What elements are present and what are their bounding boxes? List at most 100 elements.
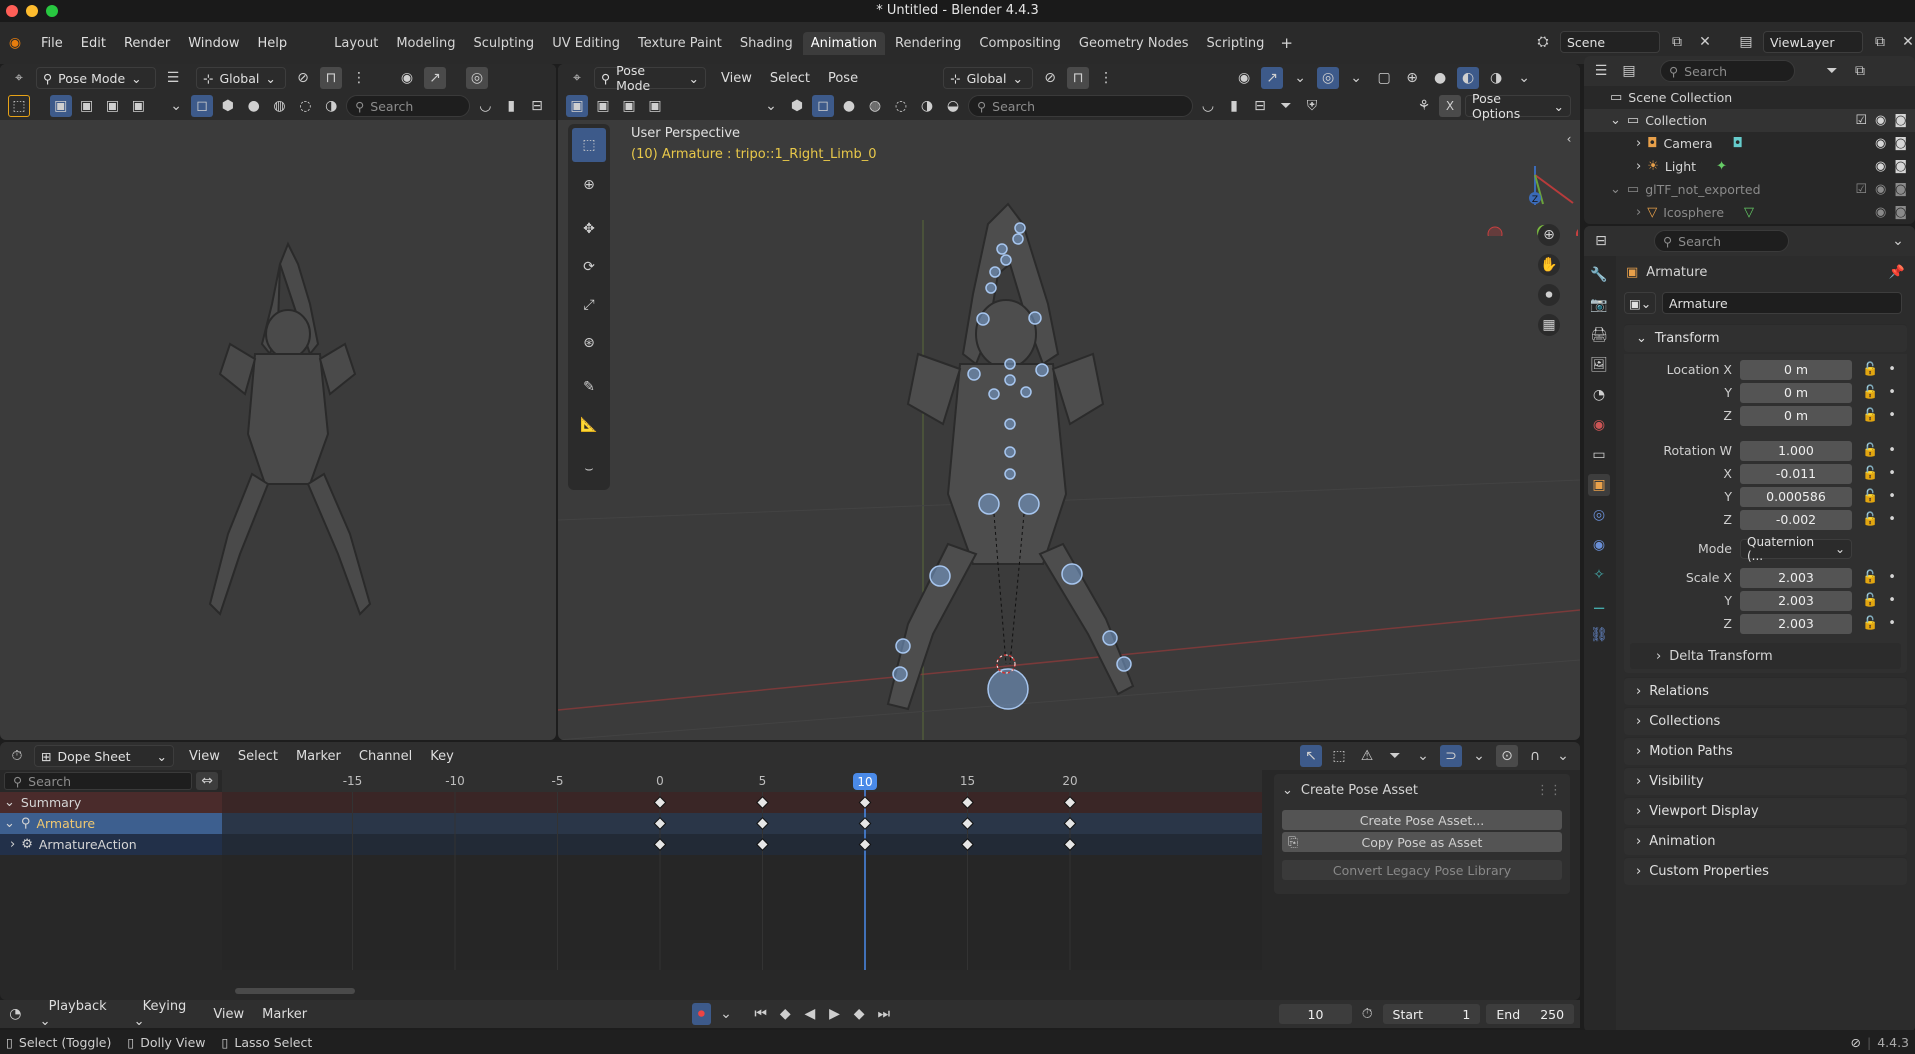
pan-hand-icon[interactable]: ✋ (1538, 254, 1560, 276)
keyframe-diamond[interactable] (756, 838, 769, 851)
select-mode-subtract-icon[interactable]: ▣ (618, 95, 640, 117)
channel-action[interactable]: › ⚙ ArmatureAction (0, 834, 222, 855)
transform-tool-icon[interactable]: ⊛ (572, 326, 606, 360)
lock-icon[interactable]: 🔓 (1862, 408, 1878, 423)
menu-marker[interactable]: Marker (253, 1007, 316, 1022)
record-icon[interactable]: ⏺ (692, 1003, 711, 1025)
menu-select[interactable]: Select (761, 71, 819, 86)
rotation-z-field[interactable]: -0.002 (1740, 509, 1852, 530)
tab-texture-paint[interactable]: Texture Paint (630, 32, 730, 55)
shield-icon[interactable]: ⛨ (1301, 95, 1323, 117)
outliner-row-gltf[interactable]: ⌄ ▭ glTF_not_exported ☑ ◉ ◙ (1584, 178, 1915, 201)
keyframe-diamond[interactable] (653, 796, 667, 809)
hamburger-icon[interactable]: ☰ (162, 67, 184, 89)
pin-icon[interactable]: 📌 (1889, 265, 1905, 280)
drag-handle-icon[interactable]: ⋮⋮ (1536, 783, 1562, 798)
keyframe-diamond[interactable] (653, 817, 667, 830)
filter-icon[interactable]: ⏷ (1384, 745, 1406, 767)
rotation-w-field[interactable]: 1.000 (1740, 440, 1852, 461)
scene-field[interactable]: Scene (1560, 31, 1660, 53)
outliner-row-icosphere[interactable]: › ▽ Icosphere ▽ ◉ ◙ (1584, 201, 1915, 224)
camera-icon[interactable]: ◙ (1894, 182, 1907, 197)
filter-icon[interactable]: ⏷ (1275, 95, 1297, 117)
view-layer-tab-icon[interactable]: 🖼 (1588, 354, 1610, 376)
dope-sheet-mode-dropdown[interactable]: ⊞ Dope Sheet ⌄ (34, 745, 174, 767)
collections-panel-header[interactable]: › Collections (1624, 707, 1907, 735)
menu-select[interactable]: Select (229, 749, 287, 764)
channel-summary[interactable]: ⌄ Summary (0, 792, 222, 813)
lock-icon[interactable]: 🔓 (1862, 616, 1878, 631)
cursor-tool-icon[interactable]: ⊕ (572, 168, 606, 202)
menu-keying[interactable]: Keying ⌄ (125, 999, 205, 1029)
object-name-field[interactable]: Armature (1662, 292, 1902, 314)
shape3-icon[interactable]: ◑ (916, 95, 938, 117)
bookmark-icon[interactable]: ▮ (500, 95, 522, 117)
delta-transform-subpanel[interactable]: › Delta Transform (1630, 643, 1901, 669)
new-viewlayer-icon[interactable]: ⧉ (1869, 31, 1891, 53)
errors-icon[interactable]: ⚠ (1356, 745, 1378, 767)
keyframe-diamond[interactable] (961, 817, 974, 830)
bone-select-icon[interactable]: ◻ (812, 95, 834, 117)
left-mode-dropdown[interactable]: ⚲ Pose Mode ⌄ (36, 67, 156, 89)
end-frame-field[interactable]: End 250 (1486, 1004, 1575, 1024)
left-search-input[interactable]: ⚲ Search (346, 95, 471, 117)
cube-icon[interactable]: ⬢ (217, 95, 239, 117)
xray-icon[interactable]: ▢ (1373, 67, 1395, 89)
keyframe-diamond[interactable] (653, 838, 667, 851)
tab-animation[interactable]: Animation (802, 31, 885, 55)
select-mode-invert-icon[interactable]: ▣ (644, 95, 666, 117)
pose-tool-icon[interactable]: ⌣ (572, 452, 606, 486)
menu-window[interactable]: Window (179, 36, 248, 51)
overlay-toggle-icon[interactable]: ◎ (1317, 67, 1340, 89)
blender-logo-icon[interactable]: ◉ (4, 32, 26, 54)
select-box-tool-icon[interactable]: ⬚ (572, 128, 606, 162)
editor-type-icon[interactable]: ⌖ (566, 67, 588, 89)
lock-icon[interactable]: 🔓 (1862, 443, 1878, 458)
select-mode-extend-icon[interactable]: ▣ (592, 95, 614, 117)
tab-sculpting[interactable]: Sculpting (465, 32, 542, 55)
left-viewport-collapse-icon[interactable]: ‹ (548, 194, 556, 216)
checkbox-icon[interactable]: ☑ (1855, 182, 1867, 197)
camera-view-icon[interactable]: ⏺ (1538, 284, 1560, 306)
select-tool-icon[interactable]: ⬚ (8, 95, 30, 117)
editor-type-icon[interactable]: ⌖ (8, 67, 30, 89)
tab-uv-editing[interactable]: UV Editing (544, 32, 628, 55)
shading-solid-icon[interactable]: ● (1429, 67, 1451, 89)
rotation-y-field[interactable]: 0.000586 (1740, 486, 1852, 507)
snap-icon[interactable]: ⊓ (1067, 67, 1090, 89)
keyframe-diamond[interactable] (961, 838, 974, 851)
relations-panel-header[interactable]: › Relations (1624, 677, 1907, 705)
viewport-display-panel-header[interactable]: › Viewport Display (1624, 797, 1907, 825)
main-viewport[interactable]: ⌖ ⚲ Pose Mode ⌄ View Select Pose ⊹ Global ⌄ … (558, 64, 1580, 740)
keyframe-dot-icon[interactable]: • (1888, 408, 1896, 423)
jump-start-icon[interactable]: ⏮ (751, 1003, 770, 1025)
filter-icon[interactable]: ⏷ (1821, 60, 1843, 82)
tool-tab-icon[interactable]: 🔧 (1588, 264, 1610, 286)
tab-layout[interactable]: Layout (326, 32, 386, 55)
scale-x-field[interactable]: 2.003 (1740, 567, 1852, 588)
shading-rendered-icon[interactable]: ◑ (1485, 67, 1507, 89)
scale-tool-icon[interactable]: ⤢ (572, 288, 606, 322)
keyframe-diamond[interactable] (1063, 838, 1077, 851)
keyframe-diamond[interactable] (858, 796, 872, 809)
main-orientation-dropdown[interactable]: ⊹ Global ⌄ (943, 67, 1034, 89)
collection-tab-icon[interactable]: ▭ (1588, 444, 1610, 466)
lock-icon[interactable]: 🔓 (1862, 385, 1878, 400)
menu-pose[interactable]: Pose (819, 71, 867, 86)
keyframe-diamond[interactable] (858, 838, 872, 851)
motion-paths-panel-header[interactable]: › Motion Paths (1624, 737, 1907, 765)
scene-tab-icon[interactable]: ◔ (1588, 384, 1610, 406)
tab-modeling[interactable]: Modeling (388, 32, 463, 55)
pose-options-dropdown[interactable]: Pose Options ⌄ (1465, 91, 1571, 121)
zoom-icon[interactable]: ⊕ (1538, 224, 1560, 246)
rotation-mode-dropdown[interactable]: Quaternion (... ⌄ (1740, 535, 1852, 563)
options-transform-icon[interactable]: ⚘ (1413, 95, 1435, 117)
keyframe-diamond[interactable] (756, 817, 769, 830)
chevron-right-icon[interactable]: › (1636, 205, 1641, 220)
properties-search-input[interactable]: ⚲ Search (1654, 230, 1789, 252)
eye-icon[interactable]: ◉ (1875, 113, 1886, 128)
location-x-field[interactable]: 0 m (1740, 359, 1852, 380)
main-mode-dropdown[interactable]: ⚲ Pose Mode ⌄ (594, 64, 706, 93)
keyframe-diamond[interactable] (1063, 817, 1077, 830)
outliner-search-input[interactable]: ⚲ Search (1660, 60, 1795, 82)
